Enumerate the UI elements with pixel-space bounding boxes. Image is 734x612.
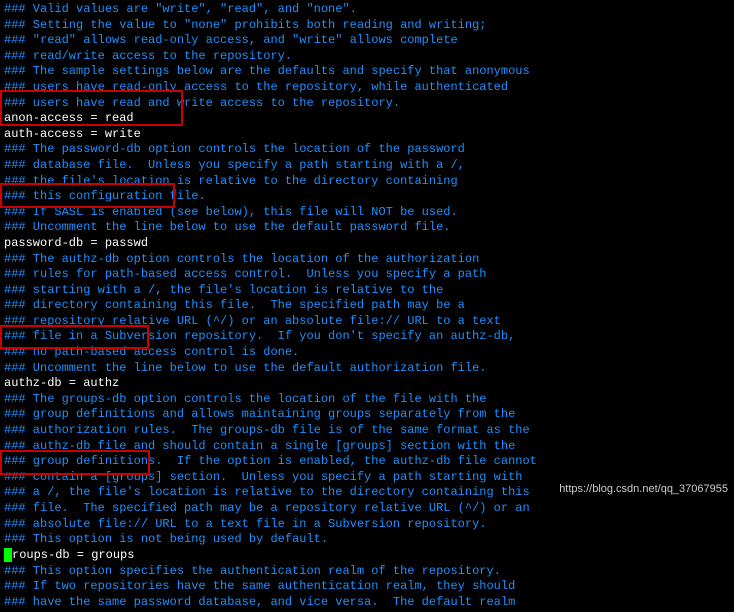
config-line: ### rules for path-based access control.… — [4, 267, 730, 283]
config-line: ### group definitions. If the option is … — [4, 454, 730, 470]
config-line: ### this configuration file. — [4, 189, 730, 205]
config-line: ### the file's location is relative to t… — [4, 174, 730, 190]
config-line: ### read/write access to the repository. — [4, 49, 730, 65]
config-line: ### The groups-db option controls the lo… — [4, 392, 730, 408]
config-line: ### have the same password database, and… — [4, 595, 730, 611]
config-line: ### starting with a /, the file's locati… — [4, 283, 730, 299]
config-line: roups-db = groups — [4, 548, 730, 564]
config-line: ### Valid values are "write", "read", an… — [4, 2, 730, 18]
config-line: ### Setting the value to "none" prohibit… — [4, 18, 730, 34]
config-line: ### This option specifies the authentica… — [4, 564, 730, 580]
config-line: ### database file. Unless you specify a … — [4, 158, 730, 174]
config-line: ### authz-db file and should contain a s… — [4, 439, 730, 455]
config-line: ### users have read-only access to the r… — [4, 80, 730, 96]
config-line: ### The password-db option controls the … — [4, 142, 730, 158]
config-line: ### The authz-db option controls the loc… — [4, 252, 730, 268]
config-line: ### file. The specified path may be a re… — [4, 501, 730, 517]
config-line: password-db = passwd — [4, 236, 730, 252]
config-line: ### If SASL is enabled (see below), this… — [4, 205, 730, 221]
config-line: ### users have read and write access to … — [4, 96, 730, 112]
config-line: ### This option is not being used by def… — [4, 532, 730, 548]
config-line: ### If two repositories have the same au… — [4, 579, 730, 595]
config-line: ### authorization rules. The groups-db f… — [4, 423, 730, 439]
config-line: ### no path-based access control is done… — [4, 345, 730, 361]
config-line: ### absolute file:// URL to a text file … — [4, 517, 730, 533]
config-line: ### group definitions and allows maintai… — [4, 407, 730, 423]
config-line: ### repository relative URL (^/) or an a… — [4, 314, 730, 330]
config-line: ### Uncomment the line below to use the … — [4, 361, 730, 377]
config-line: auth-access = write — [4, 127, 730, 143]
config-line: ### file in a Subversion repository. If … — [4, 329, 730, 345]
watermark-text: https://blog.csdn.net/qq_37067955 — [559, 482, 728, 496]
config-line: authz-db = authz — [4, 376, 730, 392]
config-line: ### Uncomment the line below to use the … — [4, 220, 730, 236]
terminal-viewport[interactable]: ### Valid values are "write", "read", an… — [0, 0, 734, 612]
config-line: ### directory containing this file. The … — [4, 298, 730, 314]
config-line: anon-access = read — [4, 111, 730, 127]
config-line: ### The sample settings below are the de… — [4, 64, 730, 80]
config-line: ### "read" allows read-only access, and … — [4, 33, 730, 49]
terminal-cursor — [4, 548, 12, 562]
